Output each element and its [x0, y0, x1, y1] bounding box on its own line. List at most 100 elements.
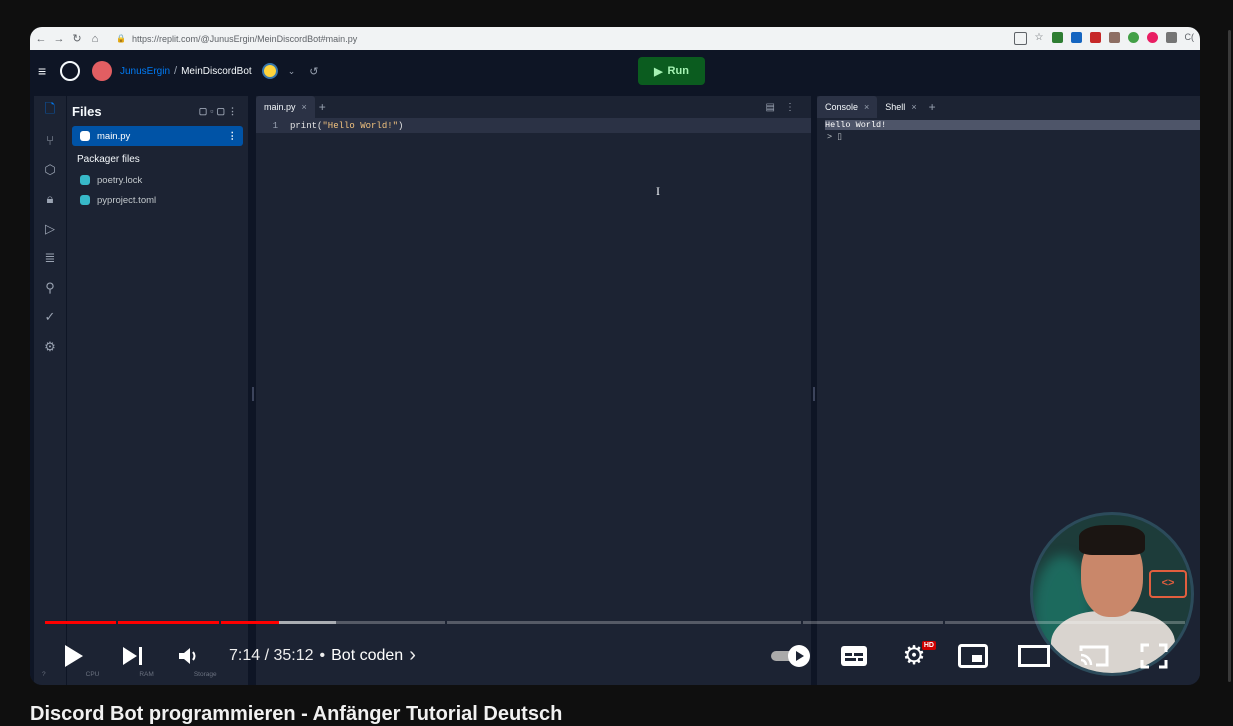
tab-main-py[interactable]: main.py ×: [256, 96, 315, 118]
browser-toolbar: ← → ↻ ⌂ 🔒 https://replit.com/@JunusErgin…: [30, 27, 1200, 50]
fullscreen-button[interactable]: [1140, 633, 1168, 678]
file-name: main.py: [97, 130, 131, 142]
reload-icon[interactable]: ↻: [70, 32, 84, 45]
home-icon[interactable]: ⌂: [88, 33, 102, 45]
packages-icon[interactable]: ⬡: [34, 155, 66, 185]
play-icon: ▶: [654, 65, 663, 78]
debugger-icon[interactable]: ▷: [34, 214, 66, 244]
files-icon[interactable]: 🗋: [34, 96, 66, 126]
tab-label: Shell: [885, 102, 906, 112]
extension-icon[interactable]: [1165, 32, 1177, 43]
autoplay-toggle[interactable]: [769, 633, 813, 678]
console-prompt[interactable]: > ▯: [827, 132, 842, 142]
repl-name[interactable]: MeinDiscordBot: [181, 66, 252, 77]
file-item-pyproject-toml[interactable]: pyproject.toml: [72, 190, 243, 210]
cast-button[interactable]: [1078, 633, 1110, 678]
forward-icon[interactable]: →: [52, 33, 66, 45]
address-bar[interactable]: 🔒 https://replit.com/@JunusErgin/MeinDis…: [116, 34, 1014, 44]
secrets-icon[interactable]: 🔒︎: [34, 185, 66, 215]
bookmark-star-icon[interactable]: ☆: [1035, 32, 1044, 43]
menu-icon[interactable]: ≡: [38, 63, 54, 79]
pane-resize-handle[interactable]: [813, 387, 815, 401]
editor-tools-icon[interactable]: ▤⋮: [766, 102, 805, 113]
video-progress-bar[interactable]: [45, 621, 1185, 624]
time-display: 7:14 / 35:12 • Bot coden ›: [229, 633, 416, 678]
add-tab-icon[interactable]: +: [929, 100, 936, 114]
close-icon[interactable]: ×: [302, 102, 307, 112]
database-icon[interactable]: ≣: [34, 244, 66, 274]
version-control-icon[interactable]: ⑂: [34, 126, 66, 156]
close-icon[interactable]: ×: [864, 102, 869, 112]
user-link[interactable]: JunusErgin: [120, 66, 170, 77]
page-scrollbar[interactable]: [1228, 30, 1231, 682]
files-actions-icon[interactable]: ▢▫▢⋮: [199, 106, 240, 117]
extension-icon[interactable]: [1070, 32, 1082, 43]
next-icon: [123, 646, 142, 665]
files-pane: Files ▢▫▢⋮ main.py ⋮ Packager files poet…: [67, 96, 248, 685]
time-text: 7:14 / 35:12: [229, 646, 314, 664]
share-icon[interactable]: [1013, 32, 1027, 45]
history-icon[interactable]: ↺: [309, 65, 318, 78]
file-name: pyproject.toml: [97, 194, 157, 206]
extension-icon[interactable]: [1146, 32, 1158, 43]
ram-label: RAM: [139, 671, 154, 678]
files-title: Files: [72, 103, 102, 119]
extension-icon[interactable]: [1089, 32, 1101, 43]
check-icon[interactable]: ✓: [34, 303, 66, 333]
browser-overflow-text: C(: [1184, 32, 1195, 42]
files-header: Files ▢▫▢⋮: [67, 96, 248, 126]
code-line[interactable]: 1 print( "Hello World!" ): [256, 118, 811, 133]
python-file-icon: [80, 131, 90, 141]
tool-sidebar: 🗋 ⑂ ⬡ 🔒︎ ▷ ≣ ⚲ ✓ ⚙: [34, 96, 66, 685]
miniplayer-button[interactable]: [958, 633, 988, 678]
python-icon: [261, 63, 278, 79]
chapter-marker: [219, 621, 221, 624]
played-bar: [45, 621, 279, 624]
subtitles-button[interactable]: [838, 633, 870, 678]
close-icon[interactable]: ×: [911, 102, 916, 112]
run-button[interactable]: ▶ Run: [638, 57, 705, 85]
avatar[interactable]: [92, 61, 112, 81]
replit-logo-icon[interactable]: [60, 61, 80, 81]
console-tabs: Console × Shell × +: [817, 96, 1200, 118]
tab-label: main.py: [264, 102, 296, 112]
add-tab-icon[interactable]: +: [319, 100, 326, 114]
chevron-right-icon[interactable]: ›: [409, 644, 416, 667]
miniplayer-icon: [958, 643, 988, 668]
python-file-icon: [80, 195, 90, 205]
chapter-marker: [116, 621, 118, 624]
code-string: "Hello World!": [322, 120, 399, 131]
volume-icon: [179, 647, 196, 664]
tab-console[interactable]: Console ×: [817, 96, 878, 118]
video-player[interactable]: ← → ↻ ⌂ 🔒 https://replit.com/@JunusErgin…: [30, 27, 1200, 685]
settings-icon[interactable]: ⚙: [34, 332, 66, 362]
video-title: Discord Bot programmieren - Anfänger Tut…: [30, 703, 563, 725]
lock-icon: 🔒: [116, 34, 126, 43]
replit-status-bar: ? CPU RAM Storage: [42, 671, 217, 678]
theater-mode-icon: [1018, 644, 1050, 667]
chapter-marker: [943, 621, 945, 624]
play-icon: [65, 644, 83, 667]
settings-button[interactable]: ⚙ HD: [900, 633, 936, 678]
fullscreen-icon: [1140, 643, 1168, 668]
theater-button[interactable]: [1018, 633, 1050, 678]
pane-resize-handle[interactable]: [252, 387, 254, 401]
extension-icon[interactable]: [1127, 32, 1139, 43]
chapter-marker: [801, 621, 803, 624]
more-options-icon[interactable]: ⋮: [228, 131, 238, 142]
hd-badge: HD: [921, 641, 936, 650]
file-item-poetry-lock[interactable]: poetry.lock: [72, 170, 243, 190]
extension-icon[interactable]: [1051, 32, 1063, 43]
editor-pane: main.py × + ▤⋮ 1 print( "Hello World!" )…: [256, 96, 811, 685]
file-item-main-py[interactable]: main.py ⋮: [72, 126, 243, 146]
tab-shell[interactable]: Shell ×: [877, 96, 924, 118]
back-icon[interactable]: ←: [34, 33, 48, 45]
chapter-title[interactable]: Bot coden: [331, 647, 403, 665]
user-icon[interactable]: ⚲: [34, 273, 66, 303]
chevron-down-icon[interactable]: ⌄: [288, 66, 296, 77]
extension-icon[interactable]: [1108, 32, 1120, 43]
app-header: ≡ JunusErgin / MeinDiscordBot ⌄ ↺ ▶ Run: [30, 50, 1200, 92]
help-icon[interactable]: ?: [42, 671, 46, 678]
storage-label: Storage: [193, 671, 217, 678]
code-token: ): [398, 120, 404, 131]
